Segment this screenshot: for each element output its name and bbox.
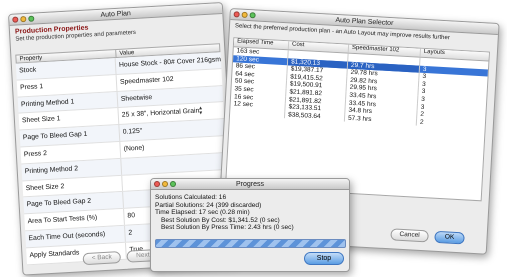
best-by-cost-text: Best Solution By Cost: $1,341.52 (0 sec) bbox=[161, 216, 280, 224]
progress-title: Progress bbox=[235, 181, 264, 188]
solutions-calculated-text: Solutions Calculated: 16 bbox=[155, 194, 227, 201]
cancel-button[interactable]: Cancel bbox=[390, 228, 429, 243]
progress-titlebar[interactable]: Progress bbox=[151, 179, 349, 190]
plans-table: Elapsed Time Cost Speedmaster 102 Layout… bbox=[225, 37, 490, 202]
close-icon[interactable] bbox=[233, 11, 240, 18]
back-button[interactable]: < Back bbox=[82, 251, 122, 266]
value-column-header[interactable]: Value bbox=[116, 49, 134, 57]
partial-solutions-text: Partial Solutions: 24 (399 discarded) bbox=[155, 201, 262, 209]
ok-button[interactable]: OK bbox=[434, 230, 465, 245]
property-value-text: Sheetwise bbox=[120, 93, 153, 103]
selector-footer: Cancel OK bbox=[390, 226, 481, 247]
selector-title: Auto Plan Selector bbox=[335, 16, 394, 28]
minimize-icon[interactable] bbox=[241, 11, 248, 18]
property-value-text: 0.125" bbox=[122, 127, 143, 136]
zoom-icon[interactable] bbox=[170, 181, 176, 187]
progress-window: Progress Solutions Calculated: 16 Partia… bbox=[150, 178, 350, 272]
time-elapsed-text: Time Elapsed: 17 sec (0.28 min) bbox=[155, 209, 250, 217]
plans-rows: 163 sec 120 sec $1,320.13 29.7 hrs 3 86 sec $1… bbox=[229, 47, 488, 129]
progress-bar bbox=[155, 239, 346, 248]
stop-button[interactable]: Stop bbox=[304, 252, 344, 265]
property-value-text: 80 bbox=[127, 212, 136, 220]
best-by-press-time-text: Best Solution By Press Time: 2.43 hrs (0… bbox=[161, 224, 294, 232]
property-value-text: (None) bbox=[123, 144, 145, 153]
property-value-text: House Stock - 80# Cover 216gsm bbox=[118, 56, 222, 69]
stepper-icon[interactable]: ▲ ▼ bbox=[197, 106, 204, 117]
minimize-icon[interactable] bbox=[162, 181, 168, 187]
zoom-icon[interactable] bbox=[249, 12, 256, 19]
close-icon[interactable] bbox=[12, 16, 19, 23]
progress-body: Solutions Calculated: 16 Partial Solutio… bbox=[151, 190, 349, 236]
property-value-text: 25 x 38", Horizontal Grain bbox=[121, 107, 200, 120]
property-value-text: Speedmaster 102 bbox=[119, 75, 174, 86]
close-icon[interactable] bbox=[154, 181, 160, 187]
zoom-icon[interactable] bbox=[28, 15, 35, 22]
minimize-icon[interactable] bbox=[20, 15, 27, 23]
auto-plan-title: Auto Plan bbox=[100, 10, 132, 19]
property-value-text: 2 bbox=[128, 229, 133, 237]
